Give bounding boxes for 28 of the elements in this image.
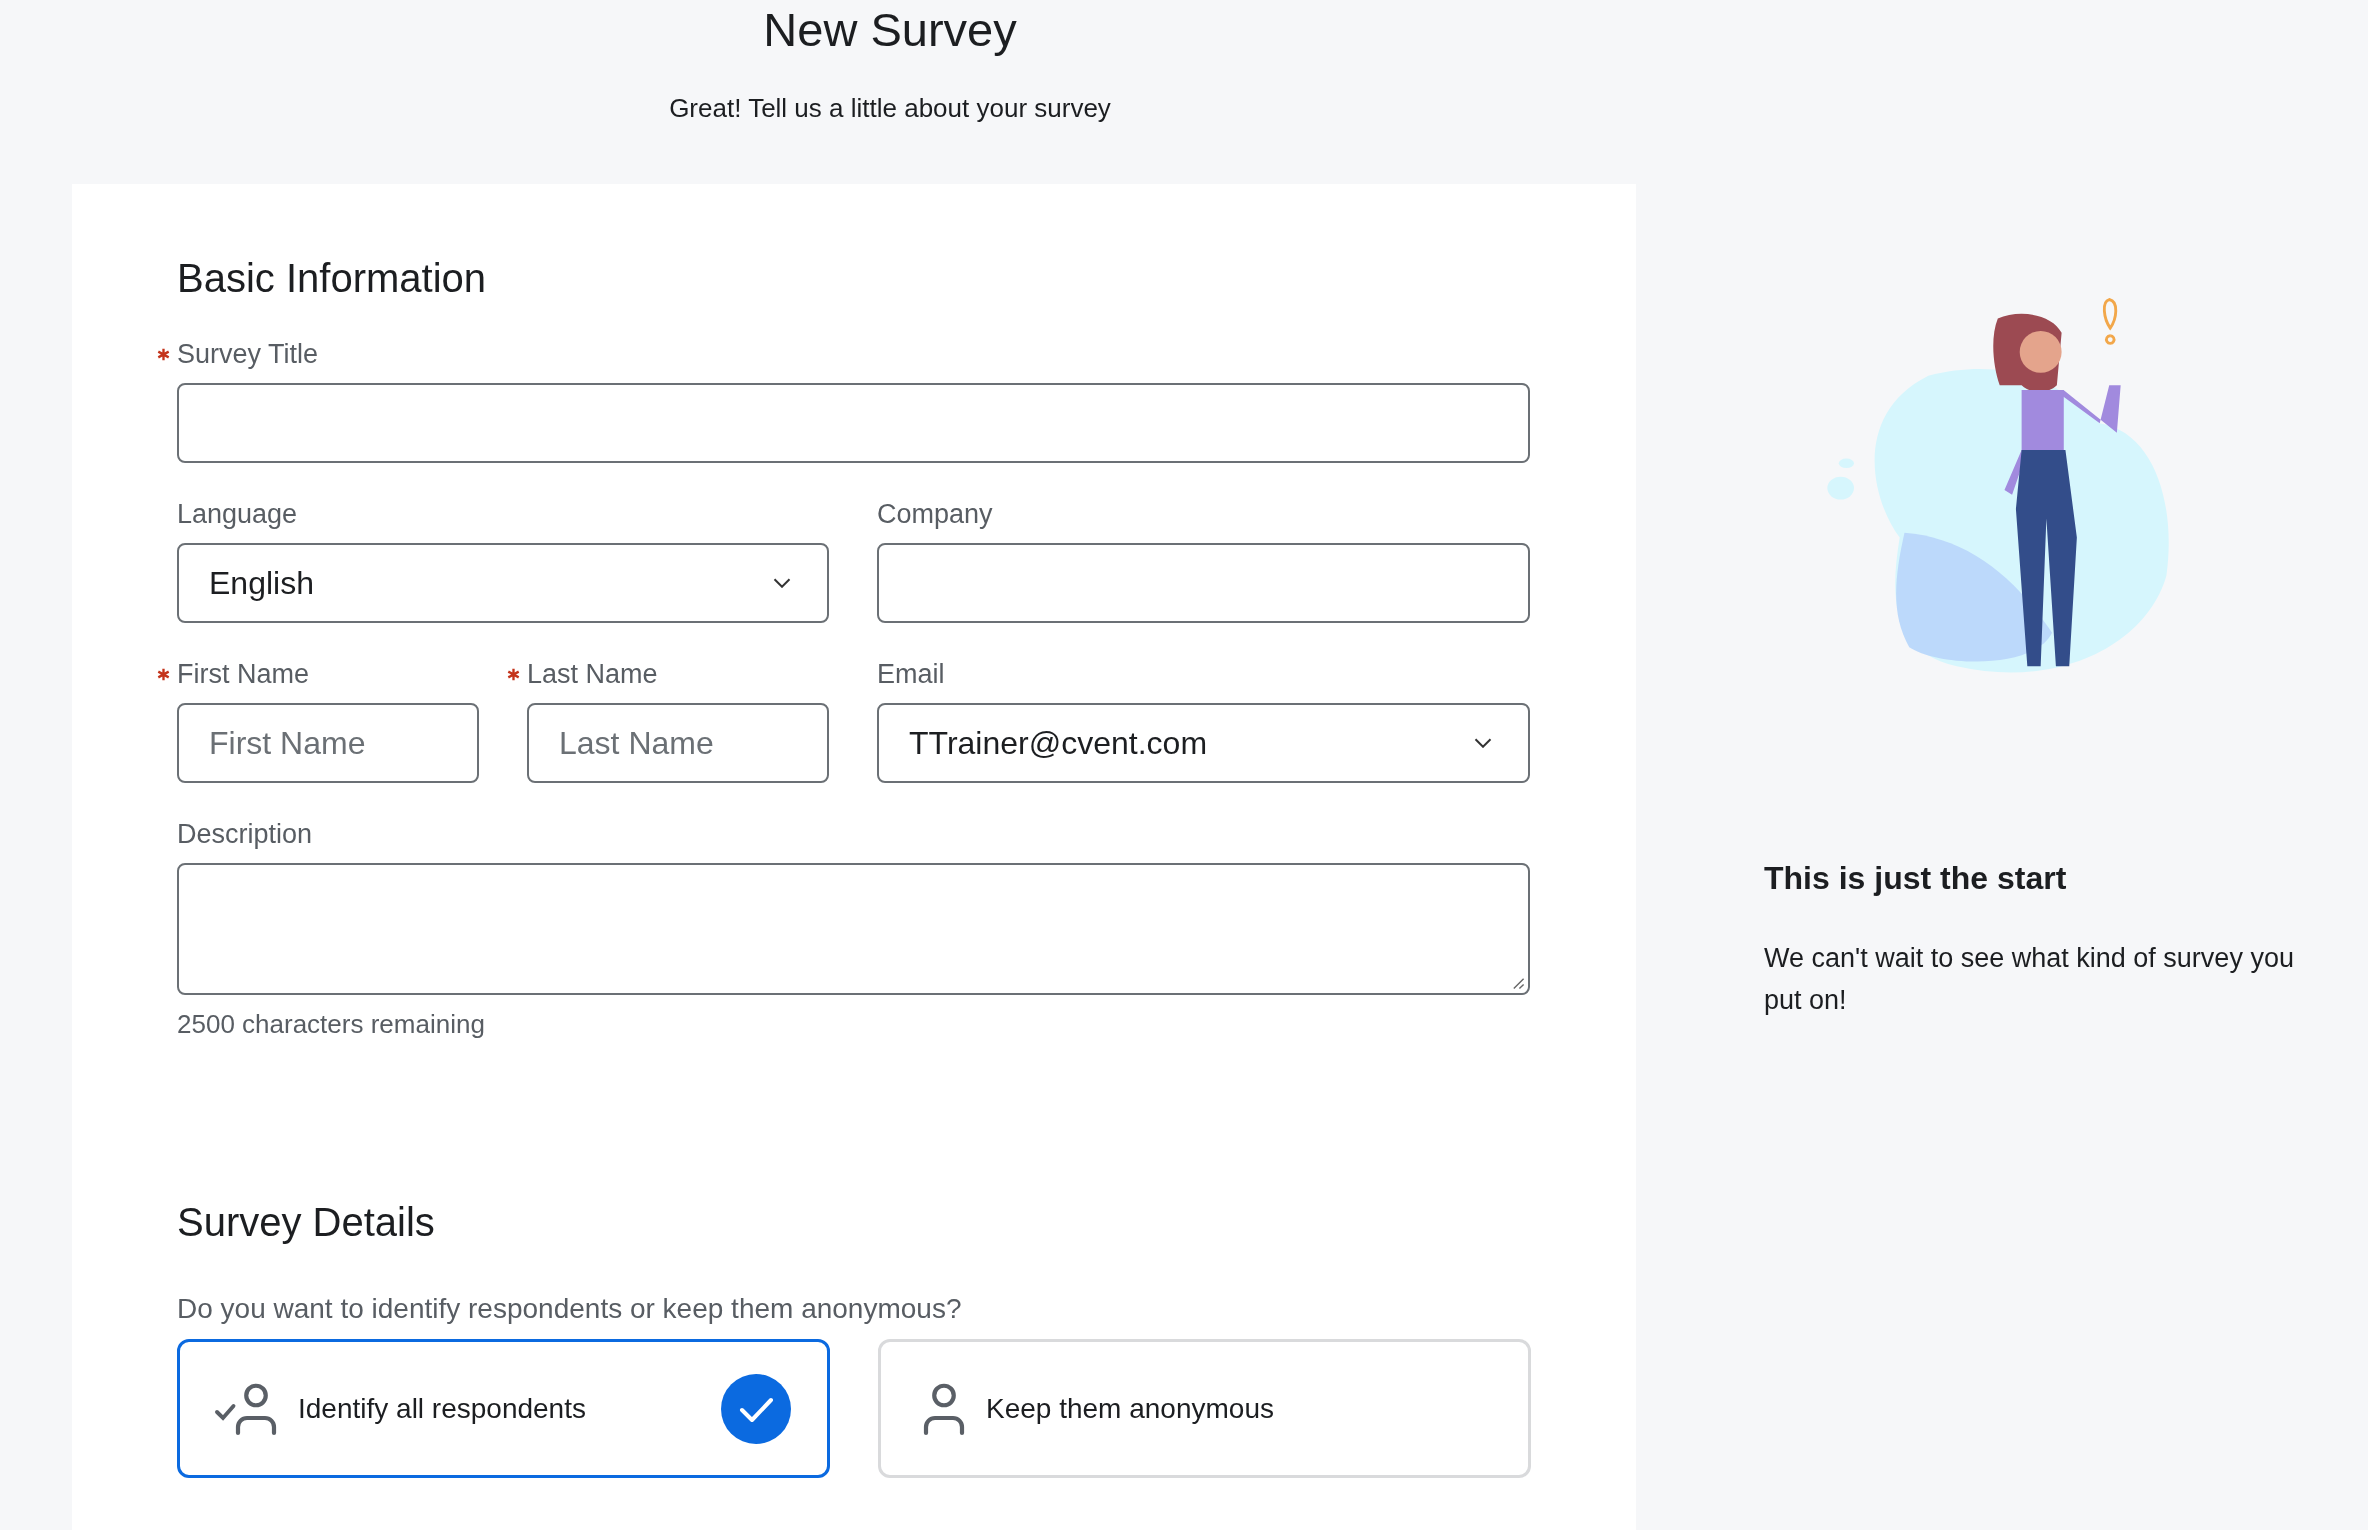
field-label: Survey Title: [177, 338, 319, 370]
field-label: Description: [177, 818, 313, 850]
character-counter: 2500 characters remaining: [177, 1009, 485, 1040]
input-field[interactable]: Last Name: [527, 703, 829, 783]
page-subtitle: Great! Tell us a little about your survey: [669, 93, 1111, 124]
chevron-down-icon: [773, 578, 791, 588]
dropdown-field[interactable]: TTrainer@cvent.com: [877, 703, 1530, 783]
field-label: Last Name: [527, 658, 658, 690]
chevron-down-icon: [1474, 738, 1492, 748]
input-field[interactable]: [877, 543, 1530, 623]
textarea-field[interactable]: [177, 863, 1530, 995]
choice-card[interactable]: Identify all respondents: [177, 1339, 830, 1478]
aside-title: This is just the start: [1764, 860, 2068, 897]
dropdown-field[interactable]: English: [177, 543, 829, 623]
section-heading: Survey Details: [177, 1200, 436, 1245]
field-label: Language: [177, 498, 298, 530]
aside-text: We can't wait to see what kind of survey you put on!: [1764, 942, 2295, 1017]
field-label: First Name: [177, 658, 309, 690]
check-circle-icon: [721, 1373, 791, 1444]
resize-handle-icon: [1511, 976, 1525, 990]
field-label: Email: [877, 658, 945, 690]
field-label: Company: [877, 498, 993, 530]
input-field[interactable]: [177, 383, 1530, 463]
page-title: New Survey: [763, 2, 1017, 57]
question-text: Do you want to identify respondents or keep them anonymous?: [177, 1293, 963, 1325]
section-heading: Basic Information: [177, 256, 488, 301]
choice-card[interactable]: Keep them anonymous: [878, 1339, 1531, 1478]
input-field[interactable]: First Name: [177, 703, 479, 783]
